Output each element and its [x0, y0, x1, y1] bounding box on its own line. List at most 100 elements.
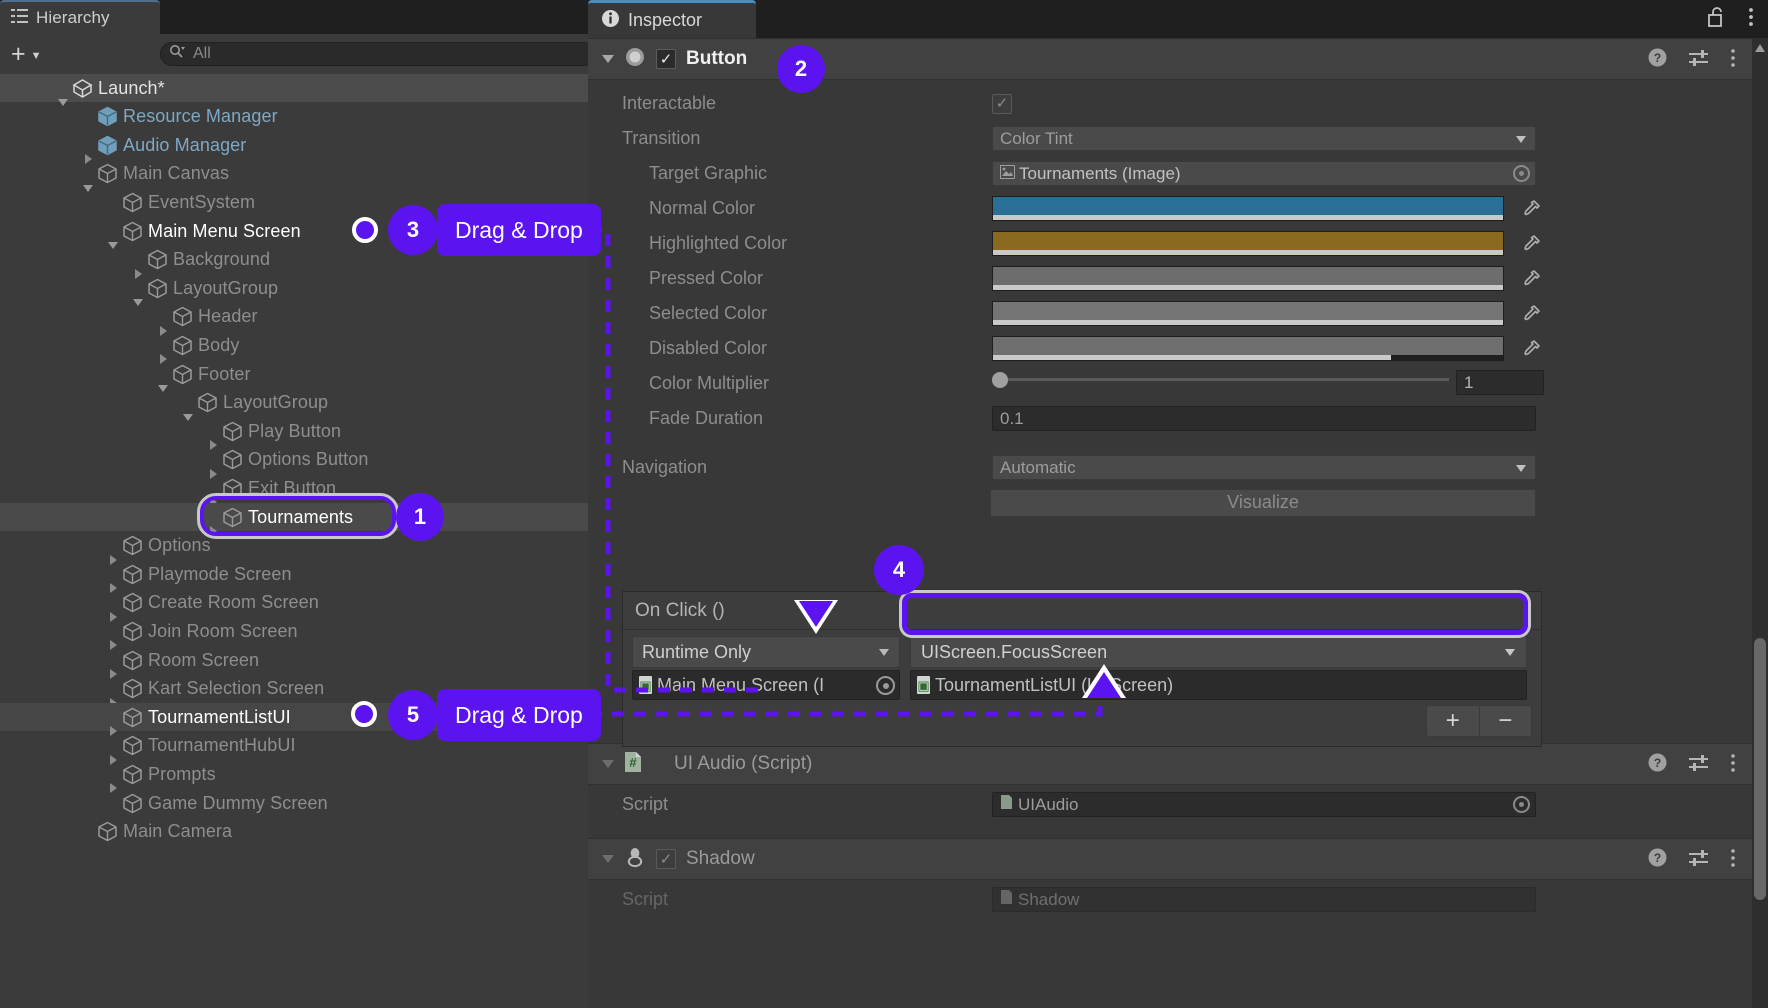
hierarchy-row-label: EventSystem: [148, 192, 255, 213]
color-multiplier-value-field[interactable]: 1: [1456, 370, 1544, 395]
eyedropper-icon[interactable]: [1518, 266, 1544, 291]
hierarchy-row[interactable]: TournamentHubUI: [0, 732, 588, 760]
fade-duration-input[interactable]: 0.1: [992, 406, 1536, 431]
hierarchy-row[interactable]: Footer: [0, 360, 588, 388]
kebab-menu-icon[interactable]: [1730, 848, 1736, 873]
prefab-cube-icon: [97, 106, 118, 127]
preset-sliders-icon[interactable]: [1688, 48, 1710, 73]
color-swatch[interactable]: [992, 196, 1504, 221]
chevron-down-icon[interactable]: [602, 855, 614, 863]
component-enabled-checkbox-shadow[interactable]: ✓: [656, 849, 676, 869]
hierarchy-row[interactable]: Kart Selection Screen: [0, 675, 588, 703]
prop-label-interactable: Interactable: [588, 93, 716, 114]
hierarchy-row[interactable]: Game Dummy Screen: [0, 789, 588, 817]
navigation-dropdown[interactable]: Automatic: [992, 455, 1536, 480]
visualize-button[interactable]: Visualize: [990, 489, 1536, 517]
hierarchy-row-label: Main Menu Screen: [148, 221, 301, 242]
ui-audio-script-objectfield[interactable]: UIAudio: [992, 792, 1536, 817]
callback-argument-objectfield[interactable]: ▣ TournamentListUI (UI Screen): [910, 670, 1527, 700]
hierarchy-row[interactable]: Background: [0, 246, 588, 274]
kebab-menu-icon[interactable]: [1730, 48, 1736, 73]
color-swatch[interactable]: [992, 266, 1504, 291]
add-gameobject-button[interactable]: + ▼: [6, 39, 58, 69]
eyedropper-icon[interactable]: [1518, 196, 1544, 221]
remove-callback-button[interactable]: −: [1479, 706, 1532, 736]
chevron-down-icon[interactable]: [602, 55, 614, 63]
eyedropper-icon[interactable]: [1518, 231, 1544, 256]
hierarchy-row[interactable]: Tournaments: [0, 503, 588, 531]
inspector-panel: Inspector: [588, 0, 1768, 1008]
color-swatch[interactable]: [992, 301, 1504, 326]
object-picker-icon[interactable]: [1513, 796, 1530, 813]
interactable-checkbox[interactable]: ✓: [992, 94, 1012, 114]
object-picker-icon[interactable]: [1513, 165, 1530, 182]
transition-dropdown[interactable]: Color Tint: [992, 126, 1536, 151]
preset-sliders-icon[interactable]: [1688, 848, 1710, 873]
inspector-tabstrip: [588, 0, 1768, 38]
component-header-ui-audio[interactable]: # UI Audio (Script) ?: [588, 743, 1752, 785]
callback-function-dropdown[interactable]: UIScreen.FocusScreen: [910, 636, 1527, 668]
hierarchy-row[interactable]: Options: [0, 532, 588, 560]
callback-target-objectfield[interactable]: ▣ Main Menu Screen (I: [632, 670, 900, 700]
shadow-script-value: Shadow: [1018, 890, 1079, 910]
chevron-down-icon[interactable]: [602, 760, 614, 768]
prop-label-color: Highlighted Color: [588, 233, 787, 254]
gameobject-cube-icon: [197, 392, 218, 413]
gameobject-cube-icon: [122, 192, 143, 213]
kebab-menu-icon[interactable]: [1730, 753, 1736, 778]
hierarchy-row[interactable]: Room Screen: [0, 646, 588, 674]
hierarchy-row[interactable]: Create Room Screen: [0, 589, 588, 617]
hierarchy-row[interactable]: Main Menu Screen: [0, 217, 588, 245]
hierarchy-row-label: Game Dummy Screen: [148, 793, 328, 814]
prop-row-navigation: Navigation Automatic: [588, 450, 1752, 485]
hierarchy-row[interactable]: Body: [0, 331, 588, 359]
eyedropper-icon[interactable]: [1518, 301, 1544, 326]
color-swatch[interactable]: [992, 231, 1504, 256]
hierarchy-row[interactable]: EventSystem: [0, 188, 588, 216]
tab-inspector-label: Inspector: [628, 10, 702, 31]
help-icon[interactable]: ?: [1647, 47, 1668, 73]
hierarchy-row[interactable]: Audio Manager: [0, 131, 588, 159]
hierarchy-row[interactable]: Main Camera: [0, 818, 588, 846]
hierarchy-row[interactable]: Main Canvas: [0, 160, 588, 188]
component-enabled-checkbox-button[interactable]: ✓: [656, 49, 676, 69]
callback-mode-dropdown[interactable]: Runtime Only: [632, 636, 900, 668]
help-icon[interactable]: ?: [1647, 752, 1668, 778]
help-icon[interactable]: ?: [1647, 847, 1668, 873]
hierarchy-row[interactable]: Join Room Screen: [0, 617, 588, 645]
hierarchy-search-field[interactable]: All: [160, 42, 596, 66]
hierarchy-row[interactable]: LayoutGroup: [0, 389, 588, 417]
add-callback-button[interactable]: +: [1427, 706, 1479, 736]
hierarchy-row-label: Header: [198, 306, 258, 327]
hierarchy-row[interactable]: TournamentListUI: [0, 703, 588, 731]
color-multiplier-slider-track[interactable]: [992, 378, 1449, 381]
hierarchy-row[interactable]: LayoutGroup: [0, 274, 588, 302]
scroll-up-arrow-icon[interactable]: [1755, 44, 1765, 52]
kebab-menu-icon[interactable]: [1748, 6, 1754, 33]
color-multiplier-slider-knob[interactable]: [992, 372, 1008, 388]
color-swatch[interactable]: [992, 336, 1504, 361]
hierarchy-row[interactable]: Prompts: [0, 760, 588, 788]
hierarchy-row[interactable]: Exit Button: [0, 474, 588, 502]
tab-hierarchy[interactable]: Hierarchy: [0, 0, 160, 34]
inspector-scrollbar[interactable]: [1752, 38, 1768, 1008]
preset-sliders-icon[interactable]: [1688, 753, 1710, 778]
object-picker-icon[interactable]: [876, 676, 895, 695]
hierarchy-row[interactable]: Resource Manager: [0, 103, 588, 131]
hierarchy-row[interactable]: Header: [0, 303, 588, 331]
hierarchy-row[interactable]: Options Button: [0, 446, 588, 474]
component-header-shadow[interactable]: ✓ Shadow ?: [588, 838, 1752, 880]
component-header-button[interactable]: ✓ Button ?: [588, 38, 1752, 80]
tab-inspector[interactable]: Inspector: [588, 0, 756, 38]
hierarchy-row[interactable]: Launch*: [0, 74, 588, 102]
hierarchy-row[interactable]: Play Button: [0, 417, 588, 445]
target-graphic-objectfield[interactable]: Tournaments (Image): [992, 161, 1536, 186]
component-header-icons-shadow: ?: [1647, 839, 1736, 881]
eyedropper-icon[interactable]: [1518, 336, 1544, 361]
scrollbar-thumb[interactable]: [1754, 638, 1766, 900]
chevron-down-icon: [1516, 465, 1526, 472]
hierarchy-row[interactable]: Playmode Screen: [0, 560, 588, 588]
gameobject-cube-icon: [222, 421, 243, 442]
shadow-script-objectfield[interactable]: Shadow: [992, 887, 1536, 912]
unlocked-padlock-icon[interactable]: [1706, 6, 1726, 33]
